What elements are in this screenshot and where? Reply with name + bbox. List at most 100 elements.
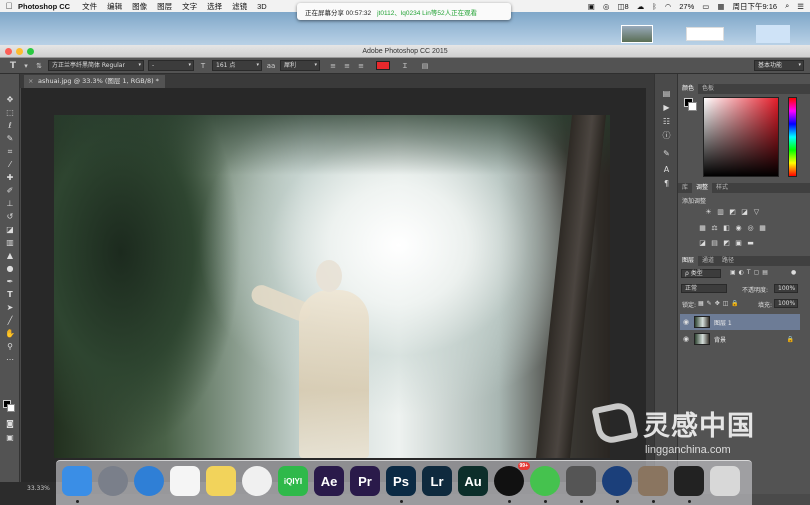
fill-input[interactable]: 100% bbox=[774, 299, 798, 308]
close-tab-icon[interactable]: × bbox=[28, 75, 33, 88]
background-color-swatch[interactable] bbox=[7, 404, 15, 412]
menu-type[interactable]: 文字 bbox=[182, 1, 197, 12]
selective-color-icon[interactable]: ▣ bbox=[734, 239, 743, 248]
marquee-tool-icon[interactable]: ⬚ bbox=[3, 107, 17, 118]
quick-select-tool-icon[interactable]: ✎ bbox=[3, 133, 17, 144]
filter-toggle-icon[interactable]: ● bbox=[791, 269, 796, 276]
screen-share-banner[interactable]: 正在屏幕分享 00:57:32 jt0112、lq0234 Lin等52人正在观… bbox=[297, 3, 511, 20]
photo-filter-icon[interactable]: ◉ bbox=[734, 224, 743, 233]
actions-panel-icon[interactable]: ▶ bbox=[660, 102, 673, 114]
desktop-file-thumbnail[interactable] bbox=[686, 27, 724, 41]
menu-list-icon[interactable]: ☰ bbox=[797, 2, 804, 11]
document-image[interactable] bbox=[54, 115, 610, 458]
zoom-level[interactable]: 33.33% bbox=[0, 482, 56, 505]
history-panel-icon[interactable]: ▤ bbox=[660, 88, 673, 100]
close-window-button[interactable] bbox=[5, 48, 12, 55]
menu-file[interactable]: 文件 bbox=[82, 1, 97, 12]
hue-saturation-icon[interactable]: ▦ bbox=[698, 224, 707, 233]
menu-filter[interactable]: 滤镜 bbox=[232, 1, 247, 12]
threshold-icon[interactable]: ◩ bbox=[722, 239, 731, 248]
curves-icon[interactable]: ◩ bbox=[728, 208, 737, 217]
dock-photoshop-icon[interactable]: Ps bbox=[386, 466, 416, 496]
screen-mode-icon[interactable]: ▣ bbox=[3, 432, 17, 443]
font-family-select[interactable]: 方正兰亭纤黑简体 Regular ▾ bbox=[48, 60, 144, 71]
channel-mixer-icon[interactable]: ◎ bbox=[746, 224, 755, 233]
menu-layer[interactable]: 图层 bbox=[157, 1, 172, 12]
tab-paths[interactable]: 路径 bbox=[718, 256, 738, 266]
crop-tool-icon[interactable]: ⌗ bbox=[3, 146, 17, 157]
minimize-window-button[interactable] bbox=[16, 48, 23, 55]
zoom-window-button[interactable] bbox=[27, 48, 34, 55]
layer-row-layer1[interactable]: ◉ 图层 1 bbox=[680, 314, 800, 330]
shape-tool-icon[interactable]: ╱ bbox=[3, 315, 17, 326]
type-tool-icon[interactable]: T bbox=[3, 289, 17, 300]
tool-preset-chevron-icon[interactable]: ▾ bbox=[22, 61, 30, 71]
hue-slider[interactable] bbox=[788, 97, 797, 177]
dock-lightroom-icon[interactable]: Lr bbox=[422, 466, 452, 496]
more-tools-icon[interactable]: ⋯ bbox=[3, 354, 17, 365]
tab-layers[interactable]: 图层 bbox=[678, 256, 699, 266]
opacity-input[interactable]: 100% bbox=[774, 284, 798, 293]
dock-wechat-icon[interactable] bbox=[530, 466, 560, 496]
character-panel-icon[interactable]: ▤ bbox=[420, 61, 430, 71]
bluetooth-icon[interactable]: ᛒ bbox=[652, 2, 657, 11]
eye-icon[interactable]: ◉ bbox=[680, 318, 692, 326]
font-size-select[interactable]: 161 点 ▾ bbox=[212, 60, 262, 71]
layer-filter-icons[interactable]: ▣◐T▢▤ bbox=[730, 269, 771, 276]
posterize-icon[interactable]: ▤ bbox=[710, 239, 719, 248]
lasso-tool-icon[interactable]: ℓ bbox=[3, 120, 17, 131]
brightness-icon[interactable]: ☀ bbox=[704, 208, 713, 217]
anti-alias-select[interactable]: 犀利 ▾ bbox=[280, 60, 320, 71]
tab-color[interactable]: 颜色 bbox=[678, 84, 699, 94]
battery-percent[interactable]: 27% bbox=[679, 2, 694, 11]
paragraph-panel-icon[interactable]: ¶ bbox=[660, 178, 673, 190]
cloud-icon[interactable]: ☁ bbox=[637, 2, 645, 11]
dock-after-effects-icon[interactable]: Ae bbox=[314, 466, 344, 496]
tab-styles[interactable]: 样式 bbox=[712, 183, 732, 193]
spot-healing-tool-icon[interactable]: ✚ bbox=[3, 172, 17, 183]
align-left-icon[interactable]: ≡ bbox=[328, 61, 338, 71]
workspace-select[interactable]: 基本功能 ▾ bbox=[754, 60, 804, 71]
menu-edit[interactable]: 编辑 bbox=[107, 1, 122, 12]
hand-tool-icon[interactable]: ✋ bbox=[3, 328, 17, 339]
dock-qq-icon[interactable]: 99+ bbox=[494, 462, 530, 496]
blend-mode-select[interactable]: 正常 bbox=[681, 284, 727, 293]
move-tool-icon[interactable]: ✥ bbox=[3, 94, 17, 105]
apple-icon[interactable]:  bbox=[0, 1, 18, 11]
color-lookup-icon[interactable]: ▦ bbox=[758, 224, 767, 233]
align-right-icon[interactable]: ≡ bbox=[356, 61, 366, 71]
display-icon[interactable]: ▣ bbox=[588, 2, 595, 11]
menu-select[interactable]: 选择 bbox=[207, 1, 222, 12]
align-center-icon[interactable]: ≡ bbox=[342, 61, 352, 71]
dock-terminal-icon[interactable] bbox=[674, 466, 704, 496]
dock-safari-icon[interactable] bbox=[134, 466, 164, 496]
zoom-tool-icon[interactable]: ⚲ bbox=[3, 341, 17, 352]
tab-channels[interactable]: 通道 bbox=[698, 256, 718, 266]
dock-finder-icon[interactable] bbox=[62, 466, 92, 496]
desktop-file-thumbnail[interactable] bbox=[756, 25, 790, 43]
type-tool-icon[interactable]: T bbox=[8, 61, 18, 71]
lock-options-icons[interactable]: ▦✎✥◫🔒 bbox=[698, 300, 742, 307]
color-balance-icon[interactable]: ⚖ bbox=[710, 224, 719, 233]
dock-audition-icon[interactable]: Au bbox=[458, 466, 488, 496]
quick-mask-icon[interactable]: ◙ bbox=[3, 418, 17, 429]
exposure-icon[interactable]: ◪ bbox=[740, 208, 749, 217]
brush-panel-icon[interactable]: ✎ bbox=[660, 148, 673, 160]
dodge-tool-icon[interactable]: ● bbox=[3, 263, 17, 274]
dock-launchpad-icon[interactable] bbox=[98, 466, 128, 496]
tab-adjustments[interactable]: 调整 bbox=[692, 183, 713, 193]
history-brush-tool-icon[interactable]: ↺ bbox=[3, 211, 17, 222]
color-picker-field[interactable] bbox=[703, 97, 779, 177]
flag-icon[interactable]: ▦ bbox=[717, 2, 724, 11]
dock-notes-icon[interactable] bbox=[206, 466, 236, 496]
vibrance-icon[interactable]: ▽ bbox=[752, 208, 761, 217]
canvas-area[interactable] bbox=[21, 88, 654, 482]
search-icon[interactable]: ⌕ bbox=[785, 1, 789, 11]
layer-row-background[interactable]: ◉ 背景 🔒 bbox=[680, 331, 800, 347]
clock[interactable]: 周日下午9:16 bbox=[732, 1, 777, 12]
gradient-tool-icon[interactable]: ▥ bbox=[3, 237, 17, 248]
text-color-swatch[interactable] bbox=[376, 61, 390, 70]
document-tab[interactable]: × ashuai.jpg @ 33.3% (图层 1, RGB/8) * bbox=[24, 75, 165, 88]
notification-badge[interactable]: ◫8 bbox=[617, 2, 628, 11]
panel-background-swatch[interactable] bbox=[688, 102, 697, 111]
